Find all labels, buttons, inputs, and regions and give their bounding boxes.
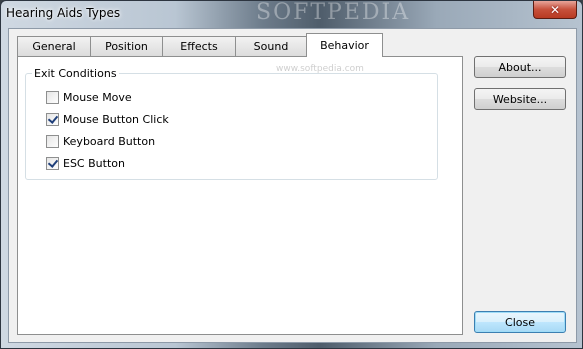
tab-position[interactable]: Position [90,36,163,56]
checkbox-label: Keyboard Button [63,134,156,148]
checkbox[interactable] [46,156,59,170]
dialog-window: Hearing Aids Types SOFTPEDIA ✕ General P… [0,0,583,349]
window-close-button[interactable]: ✕ [533,1,577,19]
group-label: Exit Conditions [32,67,119,80]
tab-effects[interactable]: Effects [162,36,236,56]
tab-general[interactable]: General [17,36,91,56]
button-label: Website... [492,92,548,106]
close-button[interactable]: Close [474,311,566,333]
window-title: Hearing Aids Types [6,6,121,20]
title-bar[interactable]: Hearing Aids Types SOFTPEDIA ✕ [1,0,583,27]
tab-label: Position [105,40,148,53]
tab-label: Behavior [320,39,369,52]
checkbox-label: Mouse Button Click [63,112,169,126]
checkbox-label: Mouse Move [63,90,132,104]
checkbox[interactable] [46,134,59,148]
tab-label: Effects [180,40,218,53]
checkbox-label: ESC Button [63,156,125,170]
checkbox[interactable] [46,112,59,126]
tab-sound[interactable]: Sound [235,36,307,56]
about-button[interactable]: About... [474,56,566,78]
button-label: Close [505,315,535,329]
dialog-client-area: General Position Effects Sound Behavior … [8,28,577,343]
option-keyboard-button[interactable]: Keyboard Button [46,133,155,149]
option-mouse-move[interactable]: Mouse Move [46,89,132,105]
button-label: About... [498,60,542,74]
website-button[interactable]: Website... [474,88,566,110]
option-mouse-button-click[interactable]: Mouse Button Click [46,111,169,127]
checkbox[interactable] [46,90,59,104]
watermark: SOFTPEDIA [256,0,411,25]
tab-behavior[interactable]: Behavior [306,33,383,57]
tab-label: Sound [253,40,289,53]
close-icon: ✕ [549,2,561,17]
option-esc-button[interactable]: ESC Button [46,155,125,171]
tab-label: General [32,40,76,53]
